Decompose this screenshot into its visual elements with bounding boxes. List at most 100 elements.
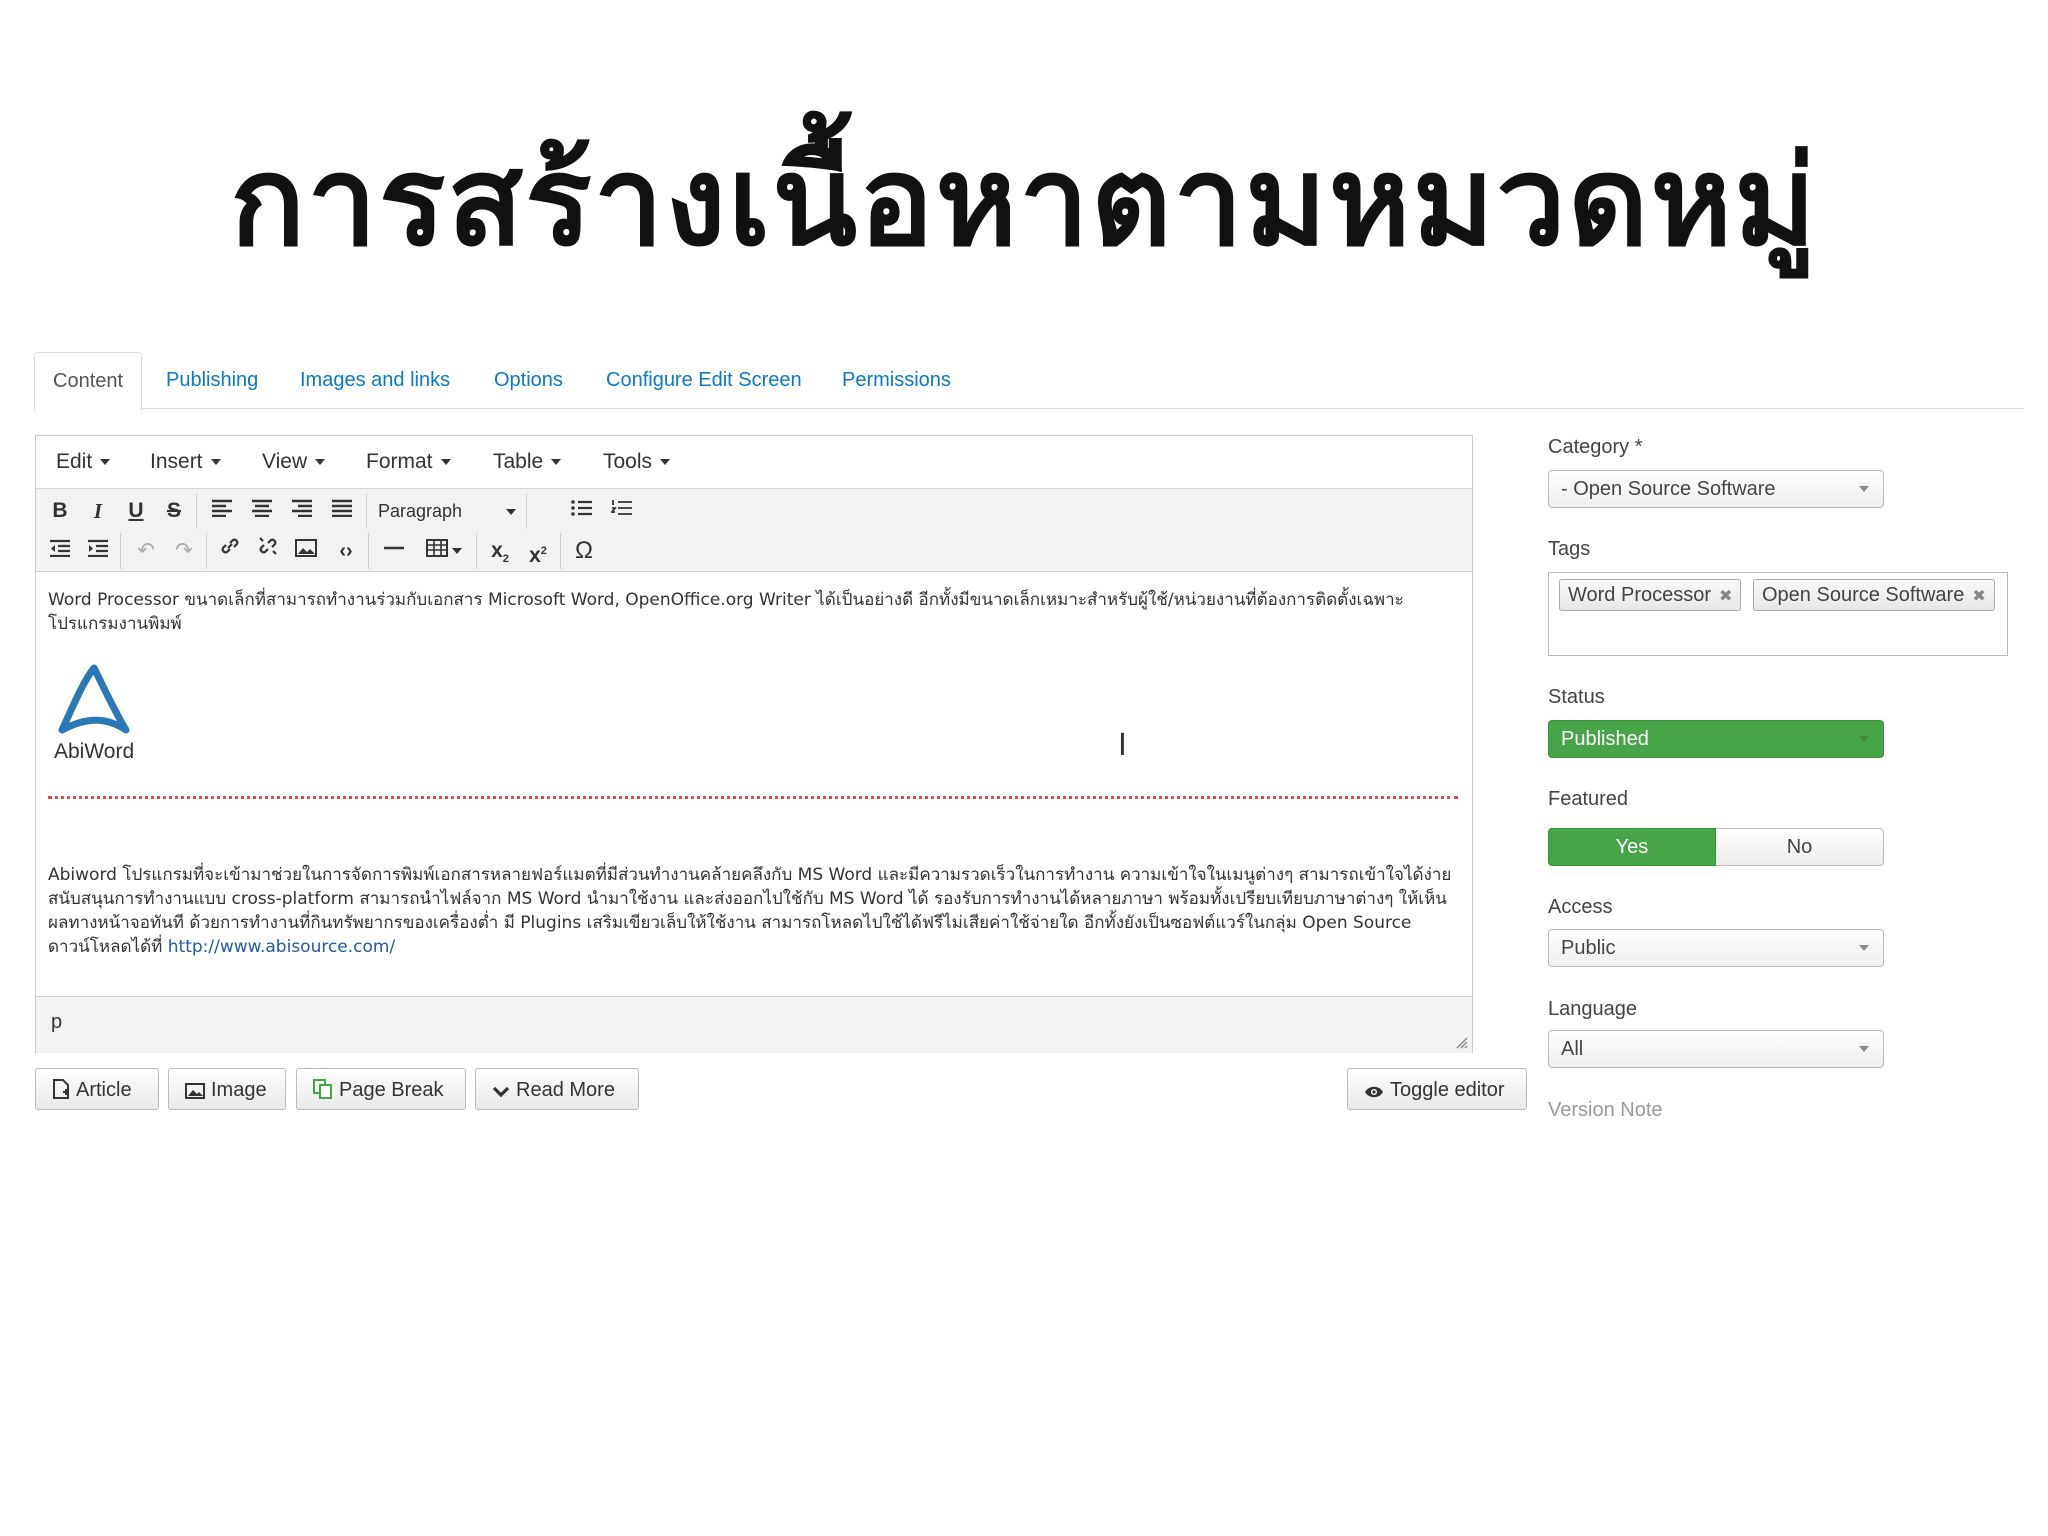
caret-down-icon bbox=[100, 459, 111, 466]
align-justify-icon[interactable] bbox=[324, 494, 360, 528]
tab-content[interactable]: Content bbox=[34, 352, 143, 411]
menu-tools[interactable]: Tools bbox=[603, 450, 671, 474]
page-break-marker bbox=[48, 796, 1458, 799]
toolbar-divider bbox=[196, 493, 197, 529]
toolbar-divider bbox=[366, 493, 367, 529]
numbered-list-icon[interactable] bbox=[604, 494, 640, 528]
toolbar-divider bbox=[476, 533, 477, 569]
tag-chip[interactable]: Open Source Software ✖ bbox=[1753, 579, 1995, 611]
close-icon[interactable]: ✖ bbox=[1719, 588, 1732, 605]
outdent-icon[interactable] bbox=[42, 534, 78, 568]
toggle-editor-button[interactable]: Toggle editor bbox=[1347, 1068, 1527, 1110]
bold-icon[interactable]: B bbox=[42, 494, 78, 528]
tab-publishing[interactable]: Publishing bbox=[166, 352, 258, 408]
editor-content[interactable]: Word Processor ขนาดเล็กที่สามารถทำงานร่ว… bbox=[36, 572, 1472, 992]
menu-format[interactable]: Format bbox=[366, 450, 451, 474]
caret-down-icon bbox=[506, 509, 516, 515]
element-path[interactable]: p bbox=[51, 1011, 62, 1034]
tab-configure-edit-screen[interactable]: Configure Edit Screen bbox=[606, 352, 802, 408]
copy-icon bbox=[313, 1079, 332, 1099]
caret-down-icon bbox=[551, 459, 562, 466]
text-cursor-icon: I bbox=[1118, 728, 1127, 763]
underline-icon[interactable]: U bbox=[118, 494, 154, 528]
insert-article-button[interactable]: Article bbox=[35, 1068, 159, 1110]
page-break-button[interactable]: Page Break bbox=[296, 1068, 466, 1110]
insert-image-button[interactable]: Image bbox=[168, 1068, 286, 1110]
chevron-down-icon bbox=[1859, 945, 1869, 951]
strikethrough-icon[interactable]: S bbox=[156, 494, 192, 528]
read-more-button[interactable]: Read More bbox=[475, 1068, 639, 1110]
subscript-icon[interactable]: x2 bbox=[482, 534, 518, 568]
close-icon[interactable]: ✖ bbox=[1972, 588, 1985, 605]
category-label: Category * bbox=[1548, 436, 1643, 458]
featured-label: Featured bbox=[1548, 788, 1629, 810]
editor-paragraph: Abiword โปรแกรมที่จะเข้ามาช่วยในการจัดกา… bbox=[48, 865, 1452, 957]
editor-statusbar: p bbox=[36, 996, 1472, 1053]
menu-insert[interactable]: Insert bbox=[150, 450, 221, 474]
menu-edit[interactable]: Edit bbox=[56, 450, 111, 474]
toolbar-divider bbox=[120, 533, 121, 569]
tag-chip[interactable]: Word Processor ✖ bbox=[1559, 579, 1742, 611]
toolbar-divider bbox=[368, 533, 369, 569]
table-icon[interactable] bbox=[418, 534, 470, 568]
editor-menubar: Edit Insert View Format Table Tools bbox=[36, 436, 1472, 489]
tags-input[interactable]: Word Processor ✖ Open Source Software ✖ bbox=[1548, 572, 2008, 656]
tab-images-and-links[interactable]: Images and links bbox=[300, 352, 450, 408]
align-left-icon[interactable] bbox=[204, 494, 240, 528]
language-label: Language bbox=[1548, 998, 1637, 1020]
abiword-logo: AbiWord bbox=[50, 658, 140, 766]
tab-bar: Content Publishing Images and links Opti… bbox=[34, 352, 2024, 411]
redo-icon[interactable]: ↷ bbox=[166, 534, 202, 568]
paragraph-format-select[interactable]: Paragraph bbox=[372, 496, 526, 526]
chevron-down-icon bbox=[1859, 736, 1869, 742]
caret-down-icon bbox=[210, 459, 221, 466]
italic-icon[interactable]: I bbox=[80, 494, 116, 528]
toolbar-divider bbox=[206, 533, 207, 569]
language-select[interactable]: All bbox=[1548, 1030, 1884, 1068]
slide-title: การสร้างเนื้อหาตามหมวดหมู่ bbox=[230, 130, 1818, 274]
undo-icon[interactable]: ↶ bbox=[128, 534, 164, 568]
version-note-label: Version Note bbox=[1548, 1099, 1663, 1121]
access-label: Access bbox=[1548, 896, 1613, 918]
bullet-list-icon[interactable] bbox=[564, 494, 600, 528]
menu-view[interactable]: View bbox=[262, 450, 326, 474]
tab-options[interactable]: Options bbox=[494, 352, 563, 408]
special-character-icon[interactable]: Ω bbox=[566, 534, 602, 568]
menu-table[interactable]: Table bbox=[493, 450, 562, 474]
editor-paragraph: Word Processor ขนาดเล็กที่สามารถทำงานร่ว… bbox=[48, 590, 1404, 634]
toolbar-divider bbox=[526, 493, 527, 529]
editor-toolbar: B I U S Paragraph ↶ ↷ ‹› x2 x2 Ω bbox=[36, 489, 1472, 572]
horizontal-rule-icon[interactable] bbox=[376, 534, 412, 568]
featured-yes-button[interactable]: Yes bbox=[1548, 828, 1716, 866]
featured-toggle: Yes No bbox=[1548, 828, 1884, 866]
chevron-down-icon bbox=[1859, 486, 1869, 492]
superscript-icon[interactable]: x2 bbox=[520, 534, 556, 568]
rich-text-editor: Edit Insert View Format Table Tools B I … bbox=[35, 435, 1473, 1053]
logo-text: AbiWord bbox=[54, 740, 134, 763]
picture-icon bbox=[185, 1083, 205, 1099]
align-center-icon[interactable] bbox=[244, 494, 280, 528]
status-label: Status bbox=[1548, 686, 1605, 708]
tags-label: Tags bbox=[1548, 538, 1591, 560]
toolbar-divider bbox=[560, 533, 561, 569]
caret-down-icon bbox=[660, 459, 671, 466]
caret-down-icon bbox=[440, 459, 451, 466]
file-add-icon bbox=[53, 1079, 69, 1099]
status-select[interactable]: Published bbox=[1548, 720, 1884, 758]
unlink-icon[interactable] bbox=[250, 534, 286, 568]
caret-down-icon bbox=[315, 459, 326, 466]
chevron-down-icon bbox=[1859, 1046, 1869, 1052]
link-icon[interactable] bbox=[212, 534, 248, 568]
chevron-down-icon bbox=[492, 1086, 510, 1098]
align-right-icon[interactable] bbox=[284, 494, 320, 528]
category-select[interactable]: - Open Source Software bbox=[1548, 470, 1884, 508]
eye-icon bbox=[1365, 1086, 1383, 1098]
code-icon[interactable]: ‹› bbox=[328, 534, 364, 568]
abisource-link[interactable]: http://www.abisource.com/ bbox=[168, 937, 395, 957]
featured-no-button[interactable]: No bbox=[1716, 828, 1884, 866]
tab-permissions[interactable]: Permissions bbox=[842, 352, 951, 408]
indent-icon[interactable] bbox=[80, 534, 116, 568]
resize-handle-icon[interactable] bbox=[1454, 1035, 1468, 1049]
insert-image-icon[interactable] bbox=[288, 534, 324, 568]
access-select[interactable]: Public bbox=[1548, 929, 1884, 967]
